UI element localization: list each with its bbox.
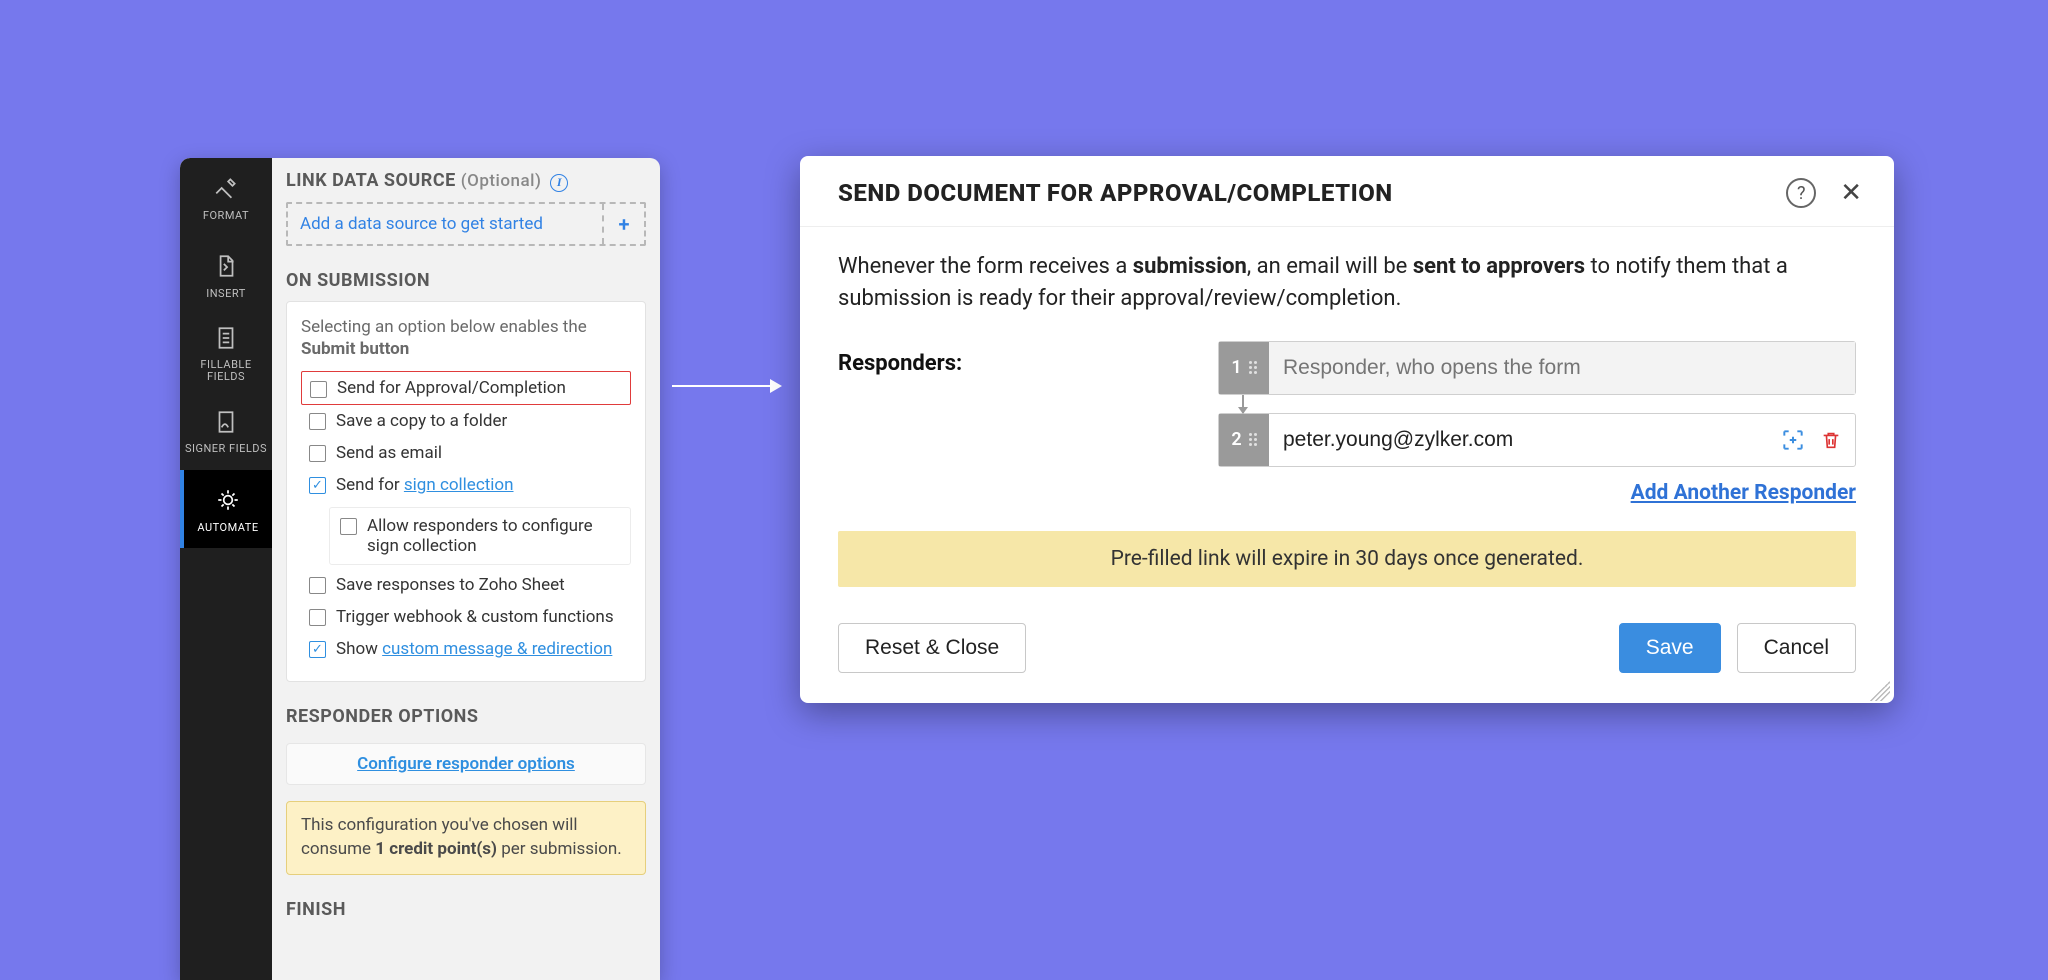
dialog-body: Whenever the form receives a submission,…	[800, 227, 1894, 601]
drag-handle[interactable]: 1	[1219, 342, 1269, 394]
settings-pane: LINK DATA SOURCE (Optional) i Add a data…	[272, 158, 660, 980]
nav-label: FORMAT	[203, 209, 249, 222]
dialog-intro: Whenever the form receives a submission,…	[838, 251, 1856, 315]
responder-options-title: RESPONDER OPTIONS	[286, 706, 646, 727]
nav-rail: FORMAT INSERT FILLABLE FIELDS SIGNER FIE…	[180, 158, 272, 980]
responder-input[interactable]	[1269, 414, 1779, 466]
nav-item-automate[interactable]: AUTOMATE	[180, 470, 272, 548]
insert-icon	[211, 251, 241, 281]
checkbox[interactable]	[309, 609, 326, 626]
credit-info: This configuration you've chosen will co…	[286, 801, 646, 875]
responder-row: 2	[1218, 413, 1856, 467]
settings-panel: FORMAT INSERT FILLABLE FIELDS SIGNER FIE…	[180, 158, 660, 980]
drag-dots-icon	[1249, 361, 1257, 374]
dialog-footer: Reset & Close Save Cancel	[800, 601, 1894, 703]
cancel-button[interactable]: Cancel	[1737, 623, 1856, 673]
checkbox[interactable]	[310, 381, 327, 398]
custom-message-link[interactable]: custom message & redirection	[382, 639, 612, 659]
close-icon[interactable]: ✕	[1836, 178, 1866, 208]
responder-input	[1269, 342, 1855, 394]
nav-item-format[interactable]: FORMAT	[180, 158, 272, 236]
responders-label: Responders:	[838, 341, 1178, 505]
on-submission-card: Selecting an option below enables the Su…	[286, 301, 646, 683]
format-icon	[211, 173, 241, 203]
info-icon[interactable]: i	[550, 174, 568, 192]
nav-item-fillable-fields[interactable]: FILLABLE FIELDS	[180, 314, 272, 392]
checkbox[interactable]	[340, 518, 357, 535]
select-responder-icon[interactable]	[1779, 426, 1807, 454]
row-actions	[1779, 414, 1855, 466]
configure-responder-row[interactable]: Configure responder options	[286, 743, 646, 785]
link-data-source-title: LINK DATA SOURCE (Optional) i	[286, 170, 646, 192]
sign-collection-link[interactable]: sign collection	[404, 475, 514, 495]
drag-dots-icon	[1249, 433, 1257, 446]
option-allow-responders-configure[interactable]: Allow responders to configure sign colle…	[329, 507, 631, 565]
dialog-header: SEND DOCUMENT FOR APPROVAL/COMPLETION ? …	[800, 156, 1894, 227]
option-send-for-approval[interactable]: Send for Approval/Completion	[301, 371, 631, 405]
nav-label: INSERT	[206, 287, 246, 300]
nav-item-insert[interactable]: INSERT	[180, 236, 272, 314]
add-data-source[interactable]: Add a data source to get started +	[286, 202, 646, 246]
checkbox[interactable]	[309, 413, 326, 430]
finish-title: FINISH	[286, 899, 646, 920]
option-send-for-sign-collection[interactable]: Send for sign collection	[301, 469, 631, 501]
option-send-email[interactable]: Send as email	[301, 437, 631, 469]
submission-options: Send for Approval/Completion Save a copy…	[301, 371, 631, 665]
add-responder: Add Another Responder	[1218, 481, 1856, 505]
checkbox-checked[interactable]	[309, 641, 326, 658]
fillable-fields-icon	[211, 323, 241, 353]
responder-row: 1	[1218, 341, 1856, 395]
on-submission-title: ON SUBMISSION	[286, 270, 646, 291]
nav-label: AUTOMATE	[197, 521, 258, 534]
configure-responder-link[interactable]: Configure responder options	[357, 754, 575, 774]
option-save-copy[interactable]: Save a copy to a folder	[301, 405, 631, 437]
responders-block: Responders: 1 2	[838, 341, 1856, 505]
option-save-zoho-sheet[interactable]: Save responses to Zoho Sheet	[301, 569, 631, 601]
nav-label: SIGNER FIELDS	[185, 443, 267, 455]
signer-fields-icon	[211, 407, 241, 437]
checkbox[interactable]	[309, 577, 326, 594]
reset-close-button[interactable]: Reset & Close	[838, 623, 1026, 673]
add-another-responder-link[interactable]: Add Another Responder	[1631, 481, 1856, 505]
drag-handle[interactable]: 2	[1219, 414, 1269, 466]
option-trigger-webhook[interactable]: Trigger webhook & custom functions	[301, 601, 631, 633]
checkbox-checked[interactable]	[309, 477, 326, 494]
checkbox[interactable]	[309, 445, 326, 462]
add-data-source-label: Add a data source to get started	[288, 204, 602, 244]
save-button[interactable]: Save	[1619, 623, 1721, 673]
approval-dialog: SEND DOCUMENT FOR APPROVAL/COMPLETION ? …	[800, 156, 1894, 703]
dialog-title: SEND DOCUMENT FOR APPROVAL/COMPLETION	[838, 179, 1786, 207]
plus-icon[interactable]: +	[602, 204, 644, 244]
submission-intro: Selecting an option below enables the Su…	[301, 316, 631, 362]
arrow-icon	[672, 378, 782, 394]
help-icon[interactable]: ?	[1786, 178, 1816, 208]
resize-grip-icon[interactable]	[1870, 681, 1890, 701]
expire-banner: Pre-filled link will expire in 30 days o…	[838, 531, 1856, 587]
automate-icon	[213, 485, 243, 515]
responders-list: 1 2	[1218, 341, 1856, 505]
connector-arrow-icon	[1242, 395, 1244, 413]
nav-label: FILLABLE FIELDS	[180, 359, 272, 383]
nav-item-signer-fields[interactable]: SIGNER FIELDS	[180, 392, 272, 470]
delete-icon[interactable]	[1819, 428, 1843, 452]
option-show-custom-message[interactable]: Show custom message & redirection	[301, 633, 631, 665]
